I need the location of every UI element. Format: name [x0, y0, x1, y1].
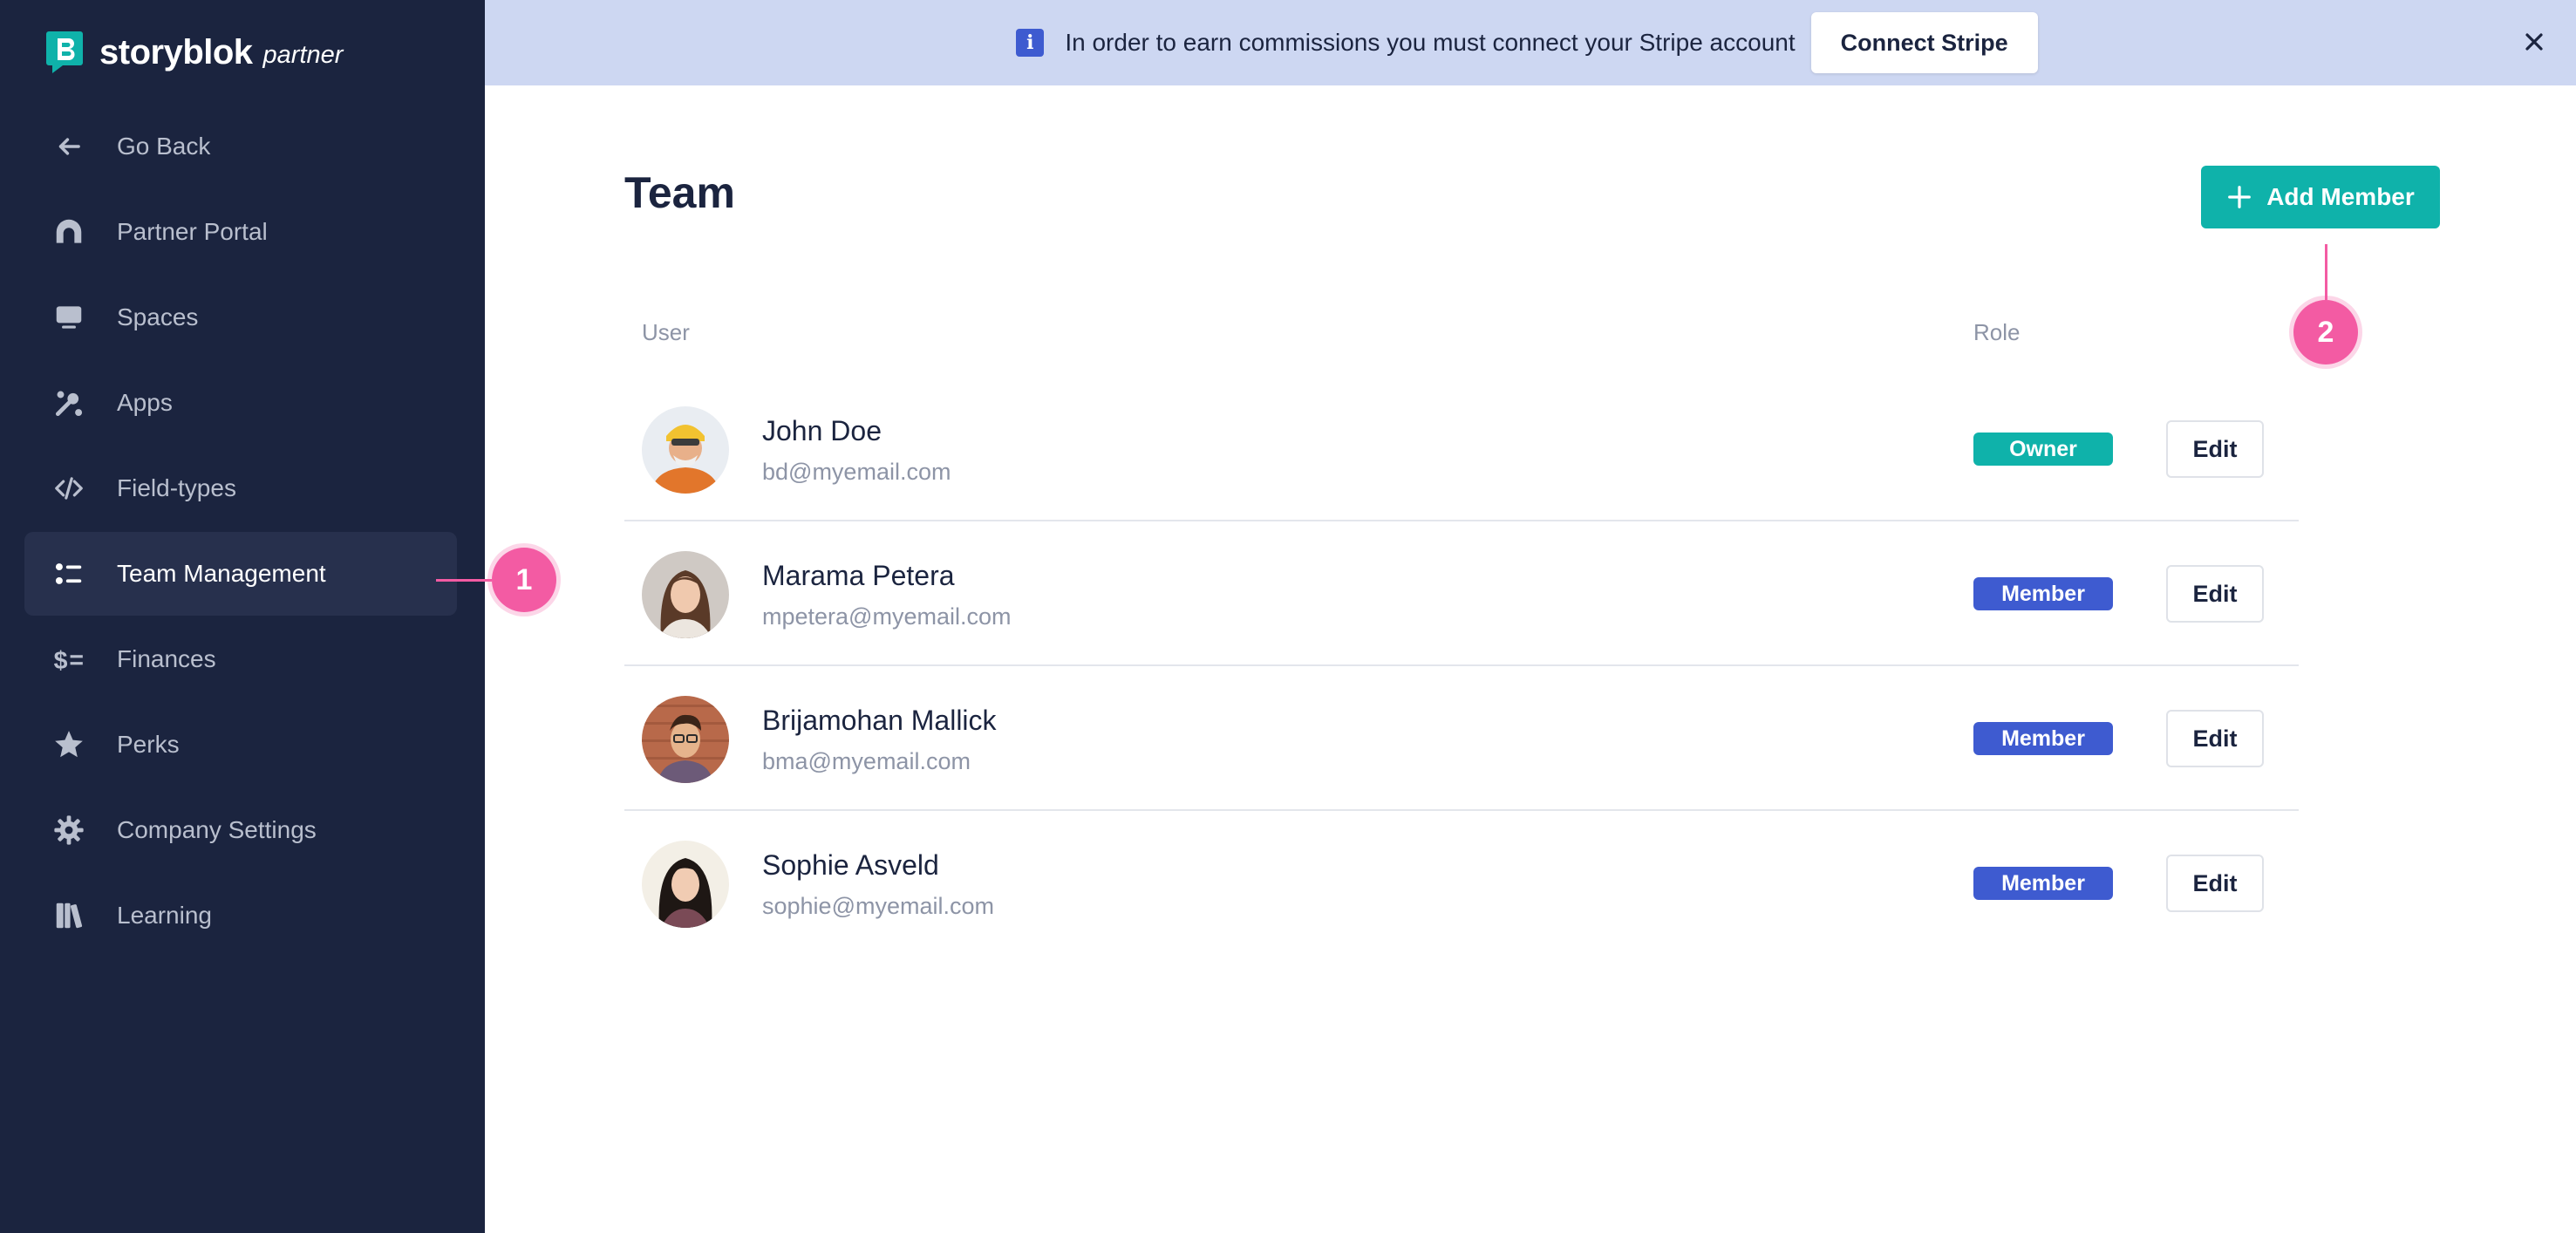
- member-email: sophie@myemail.com: [762, 893, 994, 919]
- avatar: [642, 696, 729, 783]
- table-row: Marama Petera mpetera@myemail.com Member…: [624, 521, 2299, 666]
- member-name: Marama Petera: [762, 560, 955, 591]
- avatar: [642, 406, 729, 494]
- star-icon: [51, 726, 87, 763]
- sidebar-item-label: Perks: [117, 731, 180, 758]
- stripe-banner: i In order to earn commissions you must …: [485, 0, 2576, 85]
- sidebar-item-company-settings[interactable]: Company Settings: [24, 788, 457, 872]
- sidebar-item-label: Go Back: [117, 133, 211, 160]
- role-badge: Member: [1973, 867, 2113, 900]
- sidebar-nav: Go Back Partner Portal Spaces Apps Field…: [24, 105, 457, 959]
- member-email: bma@myemail.com: [762, 748, 971, 774]
- dollar-icon: $: [51, 641, 87, 678]
- plus-icon: [2228, 186, 2252, 208]
- sidebar-item-apps[interactable]: Apps: [24, 361, 457, 445]
- callout-1-line: [436, 579, 492, 582]
- sidebar-item-label: Team Management: [117, 560, 326, 587]
- sidebar-item-field-types[interactable]: Field-types: [24, 446, 457, 530]
- edit-button[interactable]: Edit: [2166, 710, 2264, 767]
- arrow-left-icon: [51, 128, 87, 165]
- avatar: [642, 841, 729, 928]
- callout-2: 2: [2293, 300, 2358, 364]
- member-email: bd@myemail.com: [762, 459, 951, 485]
- column-header-user: User: [642, 319, 690, 345]
- role-badge: Member: [1973, 722, 2113, 755]
- callout-1: 1: [492, 548, 556, 612]
- portal-icon: [51, 214, 87, 250]
- apps-icon: [51, 385, 87, 421]
- add-member-button[interactable]: Add Member: [2201, 166, 2440, 228]
- sidebar-item-perks[interactable]: Perks: [24, 703, 457, 787]
- sidebar-item-label: Company Settings: [117, 816, 317, 843]
- table-row: Brijamohan Mallick bma@myemail.com Membe…: [624, 666, 2299, 811]
- role-badge: Owner: [1973, 433, 2113, 466]
- connect-stripe-button[interactable]: Connect Stripe: [1810, 12, 2038, 73]
- sidebar-item-finances[interactable]: $ Finances: [24, 617, 457, 701]
- info-icon: i: [1016, 29, 1045, 57]
- page-title: Team: [624, 168, 735, 217]
- code-icon: [51, 470, 87, 507]
- sidebar-item-team-management[interactable]: Team Management: [24, 532, 457, 616]
- sidebar-item-spaces[interactable]: Spaces: [24, 276, 457, 359]
- sidebar-item-label: Field-types: [117, 474, 236, 501]
- books-icon: [51, 897, 87, 934]
- member-name: Sophie Asveld: [762, 849, 939, 881]
- table-row: John Doe bd@myemail.com Owner Edit: [624, 377, 2299, 521]
- edit-button[interactable]: Edit: [2166, 855, 2264, 912]
- sidebar-item-label: Spaces: [117, 303, 199, 330]
- sidebar-item-label: Apps: [117, 389, 173, 416]
- svg-text:$: $: [54, 647, 68, 675]
- column-header-role: Role: [1973, 319, 2021, 345]
- sidebar-item-learning[interactable]: Learning: [24, 874, 457, 957]
- add-member-label: Add Member: [2266, 183, 2415, 210]
- sidebar-item-partner-portal[interactable]: Partner Portal: [24, 190, 457, 274]
- role-badge: Member: [1973, 577, 2113, 610]
- member-email: mpetera@myemail.com: [762, 603, 1012, 630]
- gear-icon: [51, 812, 87, 848]
- avatar: [642, 551, 729, 638]
- sidebar-item-go-back[interactable]: Go Back: [24, 105, 457, 188]
- banner-message: In order to earn commissions you must co…: [1065, 29, 1796, 56]
- brand-name: storyblok: [99, 32, 253, 72]
- callout-2-line: [2325, 244, 2327, 300]
- storyblok-logo-icon: [45, 30, 84, 75]
- member-name: John Doe: [762, 415, 882, 446]
- edit-button[interactable]: Edit: [2166, 420, 2264, 478]
- team-list-icon: [51, 555, 87, 592]
- sidebar-item-label: Finances: [117, 645, 216, 672]
- close-icon[interactable]: [2518, 26, 2550, 58]
- brand-sub: partner: [262, 40, 344, 69]
- monitor-icon: [51, 299, 87, 336]
- sidebar-item-label: Learning: [117, 902, 212, 929]
- edit-button[interactable]: Edit: [2166, 565, 2264, 623]
- member-name: Brijamohan Mallick: [762, 705, 997, 736]
- storyblok-logo[interactable]: storyblok partner: [45, 26, 343, 78]
- table-row: Sophie Asveld sophie@myemail.com Member …: [624, 811, 2299, 956]
- sidebar-item-label: Partner Portal: [117, 218, 268, 245]
- sidebar: storyblok partner Go Back Partner Portal…: [0, 0, 485, 1233]
- team-table: John Doe bd@myemail.com Owner Edit Maram…: [624, 377, 2299, 956]
